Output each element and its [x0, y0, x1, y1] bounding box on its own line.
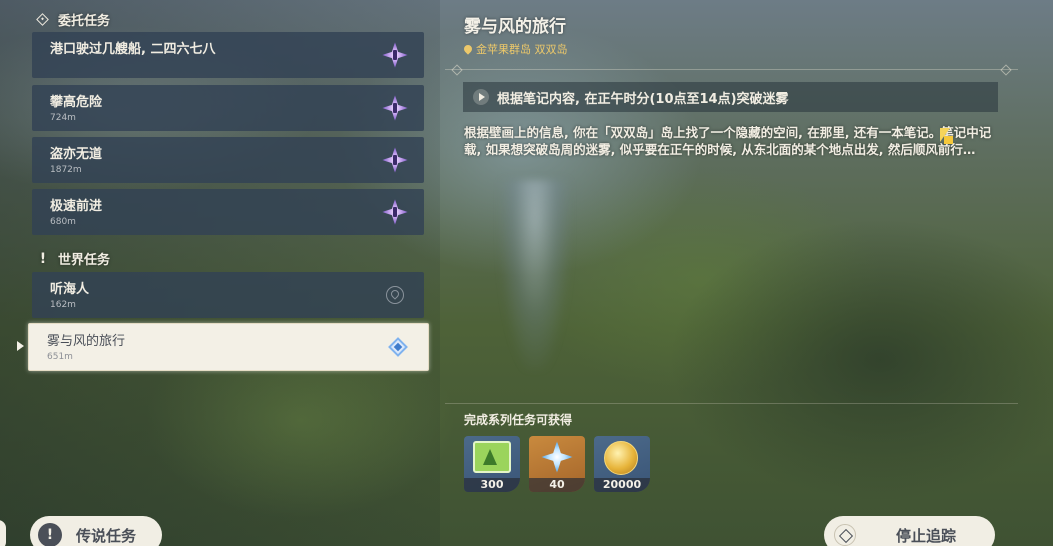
stop-tracking-label: 停止追踪	[896, 526, 957, 545]
mora-icon	[604, 441, 638, 475]
commission-header-label: 委托任务	[58, 14, 111, 29]
track-diamond-icon	[834, 524, 856, 546]
reward-primogem[interactable]: 40	[529, 436, 585, 492]
quest-title: 盗亦无道	[50, 147, 103, 162]
world-section-header: ! 世界任务	[36, 249, 111, 269]
objective-label: 根据笔记内容, 在正午时分(10点至14点)突破迷雾	[497, 91, 789, 107]
commission-quest-icon	[382, 42, 408, 68]
quest-distance: 680m	[50, 217, 76, 227]
location-pin-icon	[462, 43, 474, 55]
quest-description: 根据壁画上的信息, 你在「双双岛」岛上找了一个隐藏的空间, 在那里, 还有一本笔…	[464, 125, 992, 157]
rewards-divider	[445, 403, 1018, 404]
location-label: 金苹果群岛 双双岛	[476, 43, 568, 56]
legend-quests-button[interactable]: ! 传说任务	[30, 516, 162, 546]
commission-quest-icon	[382, 95, 408, 121]
reward-count: 20000	[594, 478, 650, 492]
adventure-exp-icon	[473, 441, 511, 473]
quest-title: 攀高危险	[50, 95, 103, 110]
quest-detail-title: 雾与风的旅行	[464, 17, 566, 37]
quest-card-commission-2[interactable]: 攀高危险 724m	[32, 85, 424, 131]
commission-diamond-icon	[36, 12, 50, 27]
quest-title: 雾与风的旅行	[47, 334, 126, 349]
legend-quests-label: 传说任务	[76, 526, 137, 545]
quest-title: 港口驶过几艘船, 二四六七八	[50, 42, 216, 57]
quest-card-commission-3[interactable]: 盗亦无道 1872m	[32, 137, 424, 183]
world-header-label: 世界任务	[58, 253, 111, 268]
quest-objective[interactable]: 根据笔记内容, 在正午时分(10点至14点)突破迷雾	[463, 82, 998, 112]
quest-location: 金苹果群岛 双双岛	[462, 41, 568, 57]
stop-tracking-button[interactable]: 停止追踪	[824, 516, 995, 546]
quest-card-commission-4[interactable]: 极速前进 680m	[32, 189, 424, 235]
reward-count: 40	[529, 478, 585, 492]
quest-card-commission-1[interactable]: 港口驶过几艘船, 二四六七八	[32, 32, 424, 78]
commission-section-header: 委托任务	[36, 10, 110, 29]
reward-adventure-exp[interactable]: 300	[464, 436, 520, 492]
reward-count: 300	[464, 478, 520, 492]
exclamation-icon: !	[39, 250, 47, 267]
reward-mora[interactable]: 20000	[594, 436, 650, 492]
quest-card-world-1[interactable]: 听海人 162m	[32, 272, 424, 318]
rewards-label: 完成系列任务可获得	[464, 413, 573, 427]
commission-quest-icon	[382, 147, 408, 173]
primogem-icon	[541, 441, 573, 473]
left-edge-button[interactable]	[0, 520, 6, 546]
exclamation-icon: !	[38, 523, 62, 546]
commission-quest-icon	[382, 199, 408, 225]
map-pin-icon	[386, 286, 404, 304]
quest-distance: 1872m	[50, 165, 82, 175]
selected-indicator-arrow-icon	[17, 341, 24, 351]
quest-title: 极速前进	[50, 199, 103, 214]
quest-distance: 724m	[50, 113, 76, 123]
quest-distance: 162m	[50, 300, 76, 310]
detail-divider	[445, 69, 1018, 70]
mouse-cursor-icon	[940, 128, 954, 146]
quest-distance: 651m	[47, 352, 73, 362]
play-icon	[473, 89, 489, 105]
quest-title: 听海人	[50, 282, 90, 297]
world-quest-icon	[388, 337, 408, 357]
quest-card-world-2-selected[interactable]: 雾与风的旅行 651m	[28, 323, 429, 371]
character-silhouette	[500, 180, 570, 370]
